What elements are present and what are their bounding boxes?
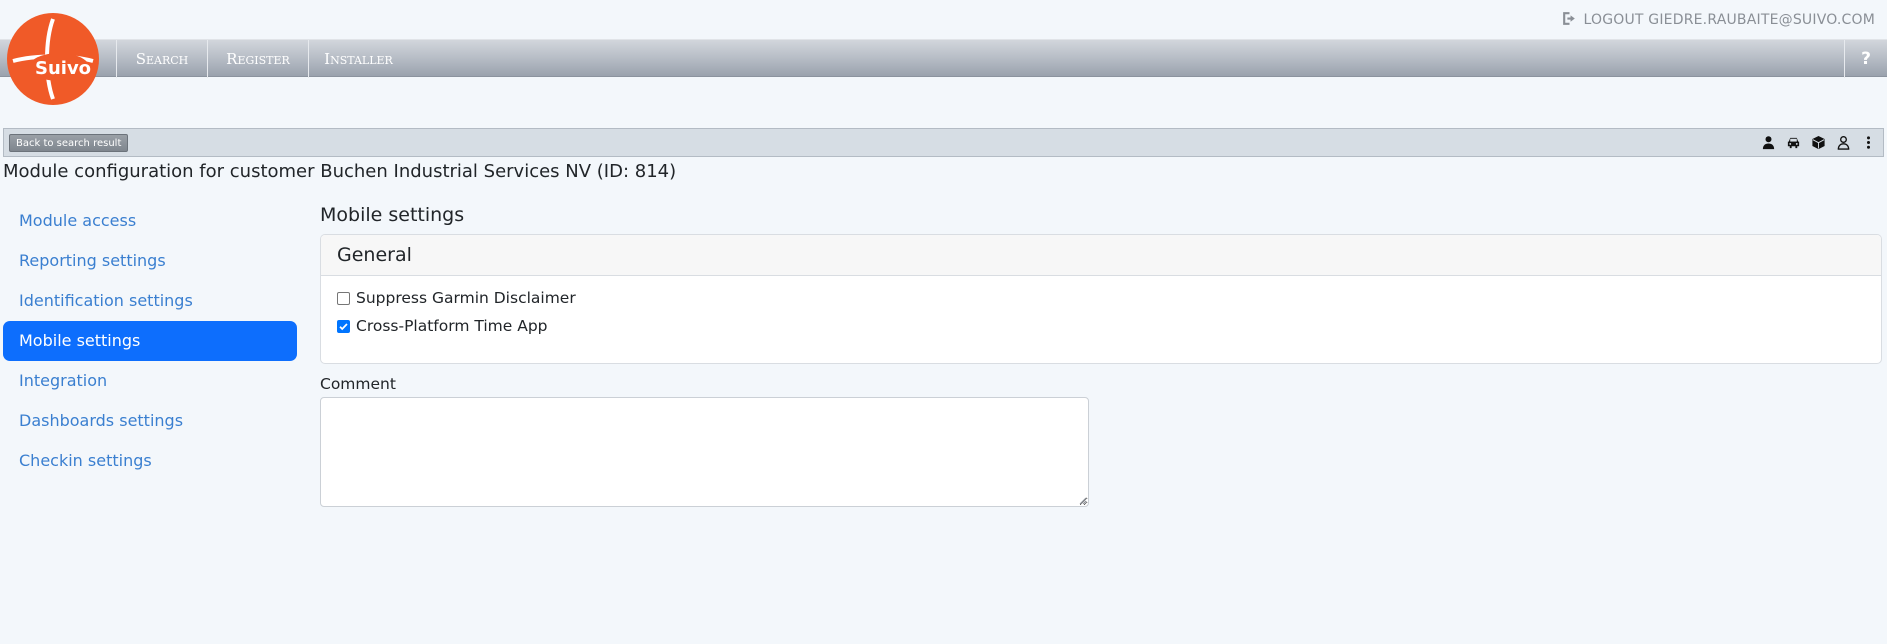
page-title: Module configuration for customer Buchen… (3, 161, 677, 182)
settings-sidebar: Module access Reporting settings Identif… (3, 201, 297, 481)
action-toolbar: Back to search result (3, 128, 1884, 157)
comment-textarea[interactable] (320, 397, 1089, 507)
sidebar-item-checkin-settings[interactable]: Checkin settings (3, 441, 297, 481)
user-solid-icon[interactable] (1760, 134, 1777, 151)
sidebar-item-reporting-settings[interactable]: Reporting settings (3, 241, 297, 281)
comment-label: Comment (320, 375, 396, 393)
card-header: General (321, 235, 1881, 276)
option-label: Suppress Garmin Disclaimer (356, 289, 576, 307)
cross-platform-time-app-option[interactable]: Cross-Platform Time App (337, 315, 548, 337)
user-outline-icon[interactable] (1835, 134, 1852, 151)
cube-icon[interactable] (1810, 134, 1827, 151)
nav-register[interactable]: Register (207, 40, 308, 78)
sidebar-item-integration[interactable]: Integration (3, 361, 297, 401)
sidebar-item-identification-settings[interactable]: Identification settings (3, 281, 297, 321)
nav-installer[interactable]: Installer (308, 40, 408, 78)
top-navbar: Search Register Installer ? (0, 39, 1887, 78)
resize-grip-icon[interactable] (1078, 496, 1087, 505)
cross-platform-time-app-checkbox[interactable] (337, 319, 350, 333)
suivo-logo[interactable]: Suivo (5, 11, 101, 107)
car-icon[interactable] (1785, 134, 1802, 151)
general-settings-card: General Suppress Garmin Disclaimer Cross… (320, 234, 1882, 364)
main-content: Mobile settings General Suppress Garmin … (320, 201, 1882, 507)
logout-icon (1561, 10, 1578, 31)
suppress-garmin-disclaimer-checkbox[interactable] (337, 291, 350, 305)
suppress-garmin-disclaimer-option[interactable]: Suppress Garmin Disclaimer (337, 287, 576, 309)
nav-search[interactable]: Search (116, 40, 207, 78)
logout-label: LOGOUT GIEDRE.RAUBAITE@SUIVO.COM (1583, 12, 1875, 28)
back-to-search-button[interactable]: Back to search result (9, 134, 129, 152)
logo-text: Suivo (35, 58, 92, 79)
logout-link[interactable]: LOGOUT GIEDRE.RAUBAITE@SUIVO.COM (1561, 11, 1875, 29)
section-title: Mobile settings (320, 204, 465, 226)
checkmark-icon (339, 322, 348, 330)
sidebar-item-mobile-settings[interactable]: Mobile settings (3, 321, 297, 361)
sidebar-item-dashboards-settings[interactable]: Dashboards settings (3, 401, 297, 441)
toolbar-icons (1760, 134, 1877, 151)
help-button[interactable]: ? (1844, 40, 1887, 78)
sidebar-item-module-access[interactable]: Module access (3, 201, 297, 241)
kebab-menu-icon[interactable] (1860, 134, 1877, 151)
option-label: Cross-Platform Time App (356, 317, 548, 335)
